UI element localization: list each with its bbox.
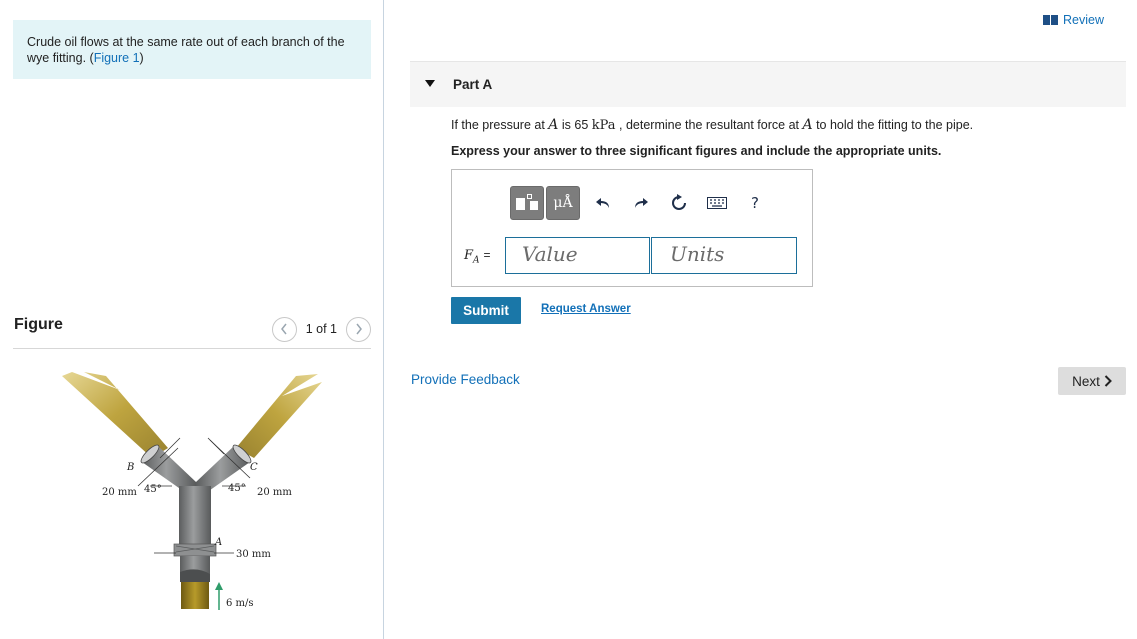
part-title: Part A — [453, 77, 493, 92]
keyboard-button[interactable] — [700, 186, 734, 220]
chevron-right-icon — [1104, 375, 1112, 387]
answer-variable-label: FA = — [464, 248, 491, 266]
keyboard-icon — [707, 197, 727, 209]
part-a-header[interactable]: Part A — [410, 61, 1126, 107]
figure-title: Figure — [14, 316, 63, 333]
label-main-diameter: 30 mm — [236, 549, 271, 560]
math-toolbar: μÅ ? — [510, 184, 772, 222]
redo-button[interactable] — [624, 186, 658, 220]
wye-fitting-figure: B C A 20 mm 45° 45° 20 mm 30 mm 6 m/s — [62, 372, 322, 610]
prev-figure-button[interactable] — [271, 316, 297, 342]
label-right-diameter: 20 mm — [257, 487, 292, 498]
question-part-2: is 65 — [558, 118, 592, 132]
label-left-angle: 45° — [144, 484, 162, 495]
next-button[interactable]: Next — [1058, 367, 1126, 395]
provide-feedback-link[interactable]: Provide Feedback — [411, 372, 520, 387]
question-part-3: , determine the resultant force at — [615, 118, 803, 132]
intro-close: ) — [139, 51, 144, 65]
question-var-a: A — [548, 117, 559, 133]
oil-inflow — [181, 582, 209, 609]
label-c: C — [250, 462, 258, 473]
templates-icon — [516, 194, 538, 212]
next-label: Next — [1072, 373, 1100, 389]
collapse-caret-icon[interactable] — [425, 80, 435, 87]
book-icon — [1043, 14, 1058, 26]
label-velocity: 6 m/s — [226, 598, 254, 609]
figure-link[interactable]: Figure 1 — [94, 51, 140, 65]
figure-header: Figure 1 of 1 — [13, 313, 371, 349]
next-figure-button[interactable] — [346, 316, 371, 342]
undo-icon — [596, 198, 609, 208]
reset-icon — [672, 194, 686, 210]
question-var-a-2: A — [802, 117, 813, 133]
help-button[interactable]: ? — [738, 186, 772, 220]
chevron-left-icon — [281, 323, 287, 335]
label-b: B — [126, 462, 134, 473]
answer-var: F — [464, 248, 474, 263]
redo-icon — [635, 198, 648, 208]
symbols-button[interactable]: μÅ — [546, 186, 580, 220]
request-answer-link[interactable]: Request Answer — [541, 303, 631, 315]
question-unit: kPa — [591, 118, 616, 133]
review-label: Review — [1063, 13, 1104, 27]
answer-var-sub: A — [473, 255, 480, 266]
answer-box: μÅ ? FA = Value Units — [451, 169, 813, 287]
problem-intro: Crude oil flows at the same rate out of … — [13, 20, 371, 79]
mu-angstrom-icon: μÅ — [553, 195, 573, 211]
submit-button[interactable]: Submit — [451, 297, 521, 324]
reset-button[interactable] — [662, 186, 696, 220]
label-right-angle: 45° — [228, 483, 246, 494]
help-icon: ? — [751, 194, 759, 212]
answer-equals: = — [483, 248, 491, 262]
chevron-right-icon — [355, 323, 362, 335]
oil-jet-left — [62, 372, 168, 458]
question-part-4: to hold the fitting to the pipe. — [812, 118, 974, 132]
oil-jet-right — [236, 374, 322, 458]
templates-button[interactable] — [510, 186, 544, 220]
question-part-1: If the pressure at — [451, 118, 549, 132]
question-text: If the pressure at A is 65 kPa , determi… — [451, 117, 973, 133]
instruction-text: Express your answer to three significant… — [451, 144, 942, 158]
units-input[interactable]: Units — [651, 237, 797, 274]
pager-text: 1 of 1 — [305, 322, 337, 336]
value-input[interactable]: Value — [505, 237, 650, 274]
undo-button[interactable] — [586, 186, 620, 220]
left-panel: Crude oil flows at the same rate out of … — [0, 0, 384, 639]
figure-pager: 1 of 1 — [271, 316, 371, 342]
review-link[interactable]: Review — [1043, 13, 1104, 27]
intro-text: Crude oil flows at the same rate out of … — [27, 35, 345, 65]
label-a: A — [214, 537, 222, 548]
label-left-diameter: 20 mm — [102, 487, 137, 498]
